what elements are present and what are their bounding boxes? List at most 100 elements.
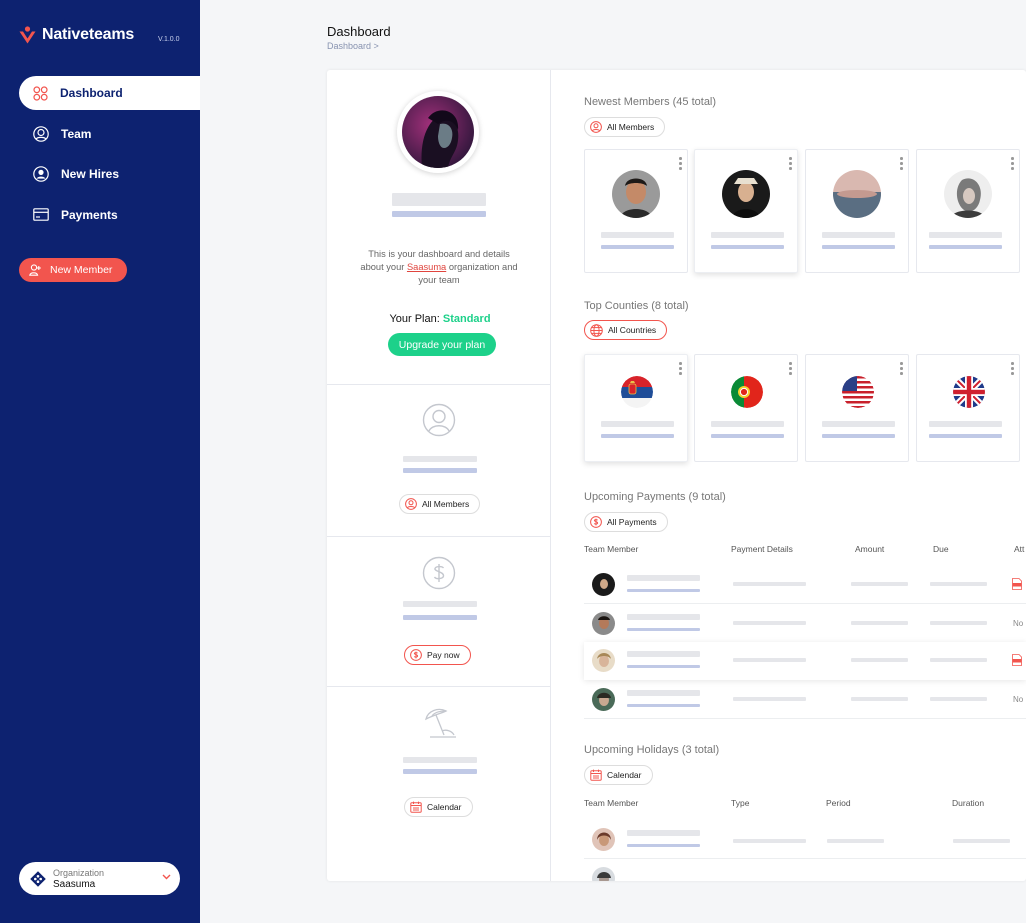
placeholder-bar — [822, 421, 895, 427]
country-card[interactable] — [916, 354, 1020, 462]
user-circle-icon — [590, 121, 602, 133]
breadcrumb[interactable]: Dashboard > — [327, 41, 379, 51]
member-card[interactable] — [805, 149, 909, 273]
all-members-button-left[interactable]: All Members — [399, 494, 481, 514]
sidebar: Nativeteams V.1.0.0 Dashboard Team New H… — [0, 0, 200, 923]
globe-icon — [590, 323, 603, 337]
add-user-icon — [29, 264, 41, 276]
dollar-icon — [590, 516, 602, 528]
pdf-file-icon[interactable] — [1012, 578, 1022, 590]
placeholder-bar — [733, 582, 806, 586]
avatar — [592, 867, 615, 881]
table-row[interactable]: No — [584, 605, 1026, 643]
user-circle-icon — [33, 125, 49, 142]
column-header[interactable]: Team Member — [584, 544, 638, 554]
avatar[interactable] — [397, 91, 479, 173]
organization-selector[interactable]: Organization Saasuma — [19, 862, 180, 895]
dollar-icon — [410, 649, 422, 661]
sidebar-item-new-hires[interactable]: New Hires — [19, 157, 200, 191]
placeholder-bar — [627, 690, 700, 696]
upcoming-payments-title: Upcoming Payments (9 total) — [584, 491, 726, 503]
column-header[interactable]: Type — [731, 798, 749, 808]
sidebar-item-team[interactable]: Team — [19, 117, 200, 151]
profile-panel: This is your dashboard and details about… — [327, 70, 550, 384]
country-card[interactable] — [584, 354, 688, 462]
column-header[interactable]: Due — [933, 544, 949, 554]
page-title: Dashboard — [327, 24, 391, 39]
placeholder-bar — [930, 658, 987, 662]
avatar — [612, 170, 660, 218]
more-options-icon[interactable] — [900, 157, 903, 172]
placeholder-bar — [929, 421, 1002, 427]
dashboard-card: This is your dashboard and details about… — [327, 70, 1026, 881]
more-options-icon[interactable] — [789, 362, 792, 377]
column-header[interactable]: Att — [1014, 544, 1024, 554]
more-options-icon[interactable] — [679, 157, 682, 172]
pay-now-button[interactable]: Pay now — [404, 645, 471, 665]
table-row[interactable] — [584, 860, 1026, 881]
usa-flag-icon — [842, 376, 874, 408]
sidebar-item-payments[interactable]: Payments — [19, 198, 200, 232]
member-card[interactable] — [694, 149, 798, 273]
placeholder-bar — [822, 232, 895, 238]
placeholder-bar — [627, 844, 700, 847]
placeholder-bar — [953, 839, 1010, 843]
calendar-button-left[interactable]: Calendar — [404, 797, 473, 817]
card-icon — [33, 208, 49, 221]
column-header[interactable]: Amount — [855, 544, 884, 554]
avatar — [592, 612, 615, 635]
member-card[interactable] — [916, 149, 1020, 273]
country-card[interactable] — [694, 354, 798, 462]
placeholder-bar — [851, 697, 908, 701]
all-countries-button[interactable]: All Countries — [584, 320, 668, 340]
placeholder-bar — [851, 582, 908, 586]
placeholder-bar — [403, 757, 477, 763]
column-header[interactable]: Team Member — [584, 798, 638, 808]
placeholder-bar — [851, 658, 908, 662]
member-photo — [833, 170, 881, 218]
table-row[interactable] — [584, 642, 1026, 680]
pdf-file-icon[interactable] — [1012, 654, 1022, 666]
member-photo — [592, 867, 615, 881]
placeholder-bar — [403, 615, 477, 620]
column-header[interactable]: Duration — [952, 798, 984, 808]
column-header[interactable]: Period — [826, 798, 851, 808]
top-countries-title: Top Counties (8 total) — [584, 300, 689, 312]
placeholder-bar — [827, 839, 884, 843]
new-member-button[interactable]: New Member — [19, 258, 127, 282]
avatar — [833, 170, 881, 218]
plan-info: Your Plan: Standard — [389, 313, 491, 325]
member-card[interactable] — [584, 149, 688, 273]
all-members-button[interactable]: All Members — [584, 117, 666, 137]
organization-link[interactable]: Saasuma — [407, 262, 446, 272]
placeholder-bar — [627, 589, 700, 592]
table-row[interactable] — [584, 821, 1026, 859]
sidebar-item-dashboard[interactable]: Dashboard — [19, 76, 200, 110]
placeholder-bar — [929, 434, 1002, 438]
placeholder-bar — [601, 232, 674, 238]
table-row[interactable] — [584, 566, 1026, 604]
more-options-icon[interactable] — [1011, 362, 1014, 377]
column-header[interactable]: Payment Details — [731, 544, 793, 554]
all-payments-button[interactable]: All Payments — [584, 512, 668, 532]
more-options-icon[interactable] — [789, 157, 792, 172]
placeholder-bar — [711, 245, 784, 249]
country-card[interactable] — [805, 354, 909, 462]
more-options-icon[interactable] — [679, 362, 682, 377]
member-photo — [944, 170, 992, 218]
column-divider — [550, 70, 551, 881]
calendar-button[interactable]: Calendar — [584, 765, 653, 785]
placeholder-bar — [711, 434, 784, 438]
upgrade-plan-button[interactable]: Upgrade your plan — [388, 333, 496, 356]
attachment-label: No — [1013, 695, 1024, 704]
plan-value: Standard — [442, 313, 491, 325]
brand-logo[interactable]: Nativeteams — [19, 26, 134, 44]
more-options-icon[interactable] — [1011, 157, 1014, 172]
placeholder-bar — [627, 830, 700, 836]
member-photo — [592, 573, 615, 596]
placeholder-bar — [733, 697, 806, 701]
team-icon — [422, 403, 456, 437]
more-options-icon[interactable] — [900, 362, 903, 377]
table-row[interactable]: No — [584, 681, 1026, 719]
uk-flag-icon — [953, 376, 985, 408]
